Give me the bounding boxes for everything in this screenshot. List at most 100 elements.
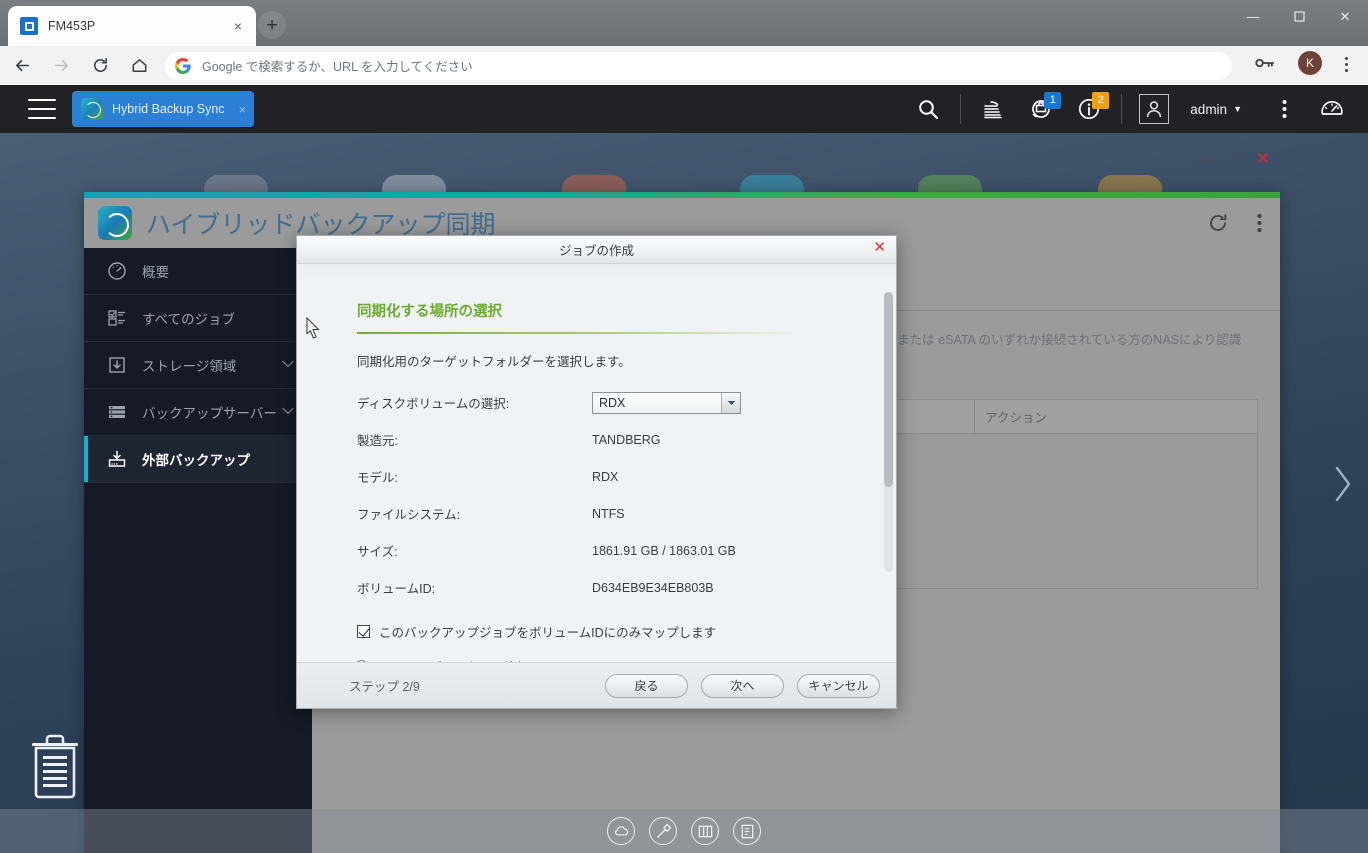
disk-volume-select[interactable]: RDX bbox=[592, 391, 741, 414]
google-logo-icon bbox=[174, 57, 191, 74]
form-row-manufacturer: 製造元: TANDBERG bbox=[357, 421, 896, 458]
step-indicator: ステップ 2/9 bbox=[349, 680, 420, 694]
back-button[interactable]: 戻る bbox=[605, 673, 688, 698]
app-minimize-button[interactable]: — bbox=[1194, 150, 1211, 167]
dashboard-gauge-icon bbox=[106, 260, 128, 282]
address-bar[interactable]: Google で検索するか、URL を入力してください bbox=[165, 51, 1232, 80]
scrollbar-thumb[interactable] bbox=[884, 292, 893, 487]
form-row-disk-volume: ディスクボリュームの選択: RDX bbox=[357, 384, 896, 421]
form-value: 1861.91 GB / 1863.01 GB bbox=[592, 543, 736, 558]
form-value: TANDBERG bbox=[592, 432, 661, 447]
sidebar-item-storage-space[interactable]: ストレージ領域 bbox=[84, 342, 312, 389]
window-minimize-button[interactable]: — bbox=[1230, 0, 1276, 32]
sidebar-item-backup-server[interactable]: バックアップサーバー bbox=[84, 389, 312, 436]
more-options-icon[interactable] bbox=[1257, 213, 1262, 233]
dialog-title-bar: ジョブの作成 ✕ bbox=[297, 236, 896, 264]
sidebar-item-label: すべてのジョブ bbox=[142, 312, 236, 327]
dialog-step-heading: 同期化する場所の選択 bbox=[357, 304, 502, 320]
background-task-icon[interactable] bbox=[969, 85, 1017, 133]
mouse-cursor bbox=[306, 316, 321, 344]
sidebar-item-overview[interactable]: 概要 bbox=[84, 248, 312, 295]
sidebar-item-label: ストレージ領域 bbox=[142, 359, 237, 374]
notes-icon[interactable] bbox=[733, 817, 761, 845]
hbs-app-icon bbox=[81, 98, 103, 120]
panels-icon[interactable] bbox=[691, 817, 719, 845]
map-volume-id-checkbox-row[interactable]: このバックアップジョブをボリュームIDにのみマップします bbox=[357, 622, 896, 641]
map-volume-id-checkbox[interactable] bbox=[357, 625, 370, 638]
close-icon[interactable]: × bbox=[228, 16, 248, 36]
chevron-down-icon[interactable] bbox=[721, 392, 740, 413]
select-value: RDX bbox=[599, 395, 626, 410]
form-label: ディスクボリュームの選択: bbox=[357, 397, 510, 411]
refresh-icon[interactable] bbox=[1207, 212, 1229, 234]
divider bbox=[1121, 94, 1123, 124]
close-icon[interactable]: × bbox=[239, 103, 247, 116]
sidebar-item-all-jobs[interactable]: すべてのジョブ bbox=[84, 295, 312, 342]
dialog-title: ジョブの作成 bbox=[558, 244, 634, 258]
sidebar-item-external-backup[interactable]: 外部バックアップ bbox=[84, 436, 312, 483]
reload-button[interactable] bbox=[83, 49, 117, 83]
dialog-scrollbar[interactable] bbox=[884, 292, 893, 572]
info-icon[interactable]: 2 bbox=[1065, 85, 1113, 133]
backup-server-icon bbox=[106, 401, 128, 423]
chevron-down-icon[interactable]: ▼ bbox=[1233, 104, 1242, 114]
checkbox-label: このバックアップジョブをボリュームIDにのみマップします bbox=[379, 626, 717, 640]
form-row-filesystem: ファイルシステム: NTFS bbox=[357, 495, 896, 532]
user-menu-button[interactable] bbox=[1130, 85, 1178, 133]
job-list-icon bbox=[106, 307, 128, 329]
dialog-footer: ステップ 2/9 戻る 次へ キャンセル bbox=[297, 662, 896, 708]
table-column-action: アクション bbox=[985, 411, 1047, 426]
dialog-content: 同期化する場所の選択 同期化用のターゲットフォルダーを選択します。 ディスクボリ… bbox=[297, 282, 896, 662]
chevron-down-icon bbox=[282, 407, 294, 418]
cancel-button[interactable]: キャンセル bbox=[797, 673, 880, 698]
next-button[interactable]: 次へ bbox=[701, 673, 784, 698]
cloud-icon[interactable] bbox=[607, 817, 635, 845]
qts-top-bar: Hybrid Backup Sync × 1 2 admin ▼ bbox=[0, 85, 1368, 133]
divider bbox=[960, 94, 962, 124]
status-badge: 2 bbox=[1092, 92, 1110, 109]
taskbar-app-hybrid-backup-sync[interactable]: Hybrid Backup Sync × bbox=[72, 91, 255, 127]
chevron-down-icon bbox=[282, 360, 294, 371]
dialog-close-icon[interactable]: ✕ bbox=[873, 240, 886, 255]
trash-can-icon[interactable] bbox=[24, 731, 86, 801]
form-value: NTFS bbox=[592, 506, 625, 521]
profile-avatar[interactable]: K bbox=[1298, 51, 1322, 75]
address-bar-placeholder: Google で検索するか、URL を入力してください bbox=[202, 60, 473, 74]
window-maximize-button[interactable] bbox=[1276, 0, 1322, 32]
app-maximize-button[interactable]: ＋ bbox=[1225, 150, 1242, 167]
taskbar-app-label: Hybrid Backup Sync bbox=[112, 102, 225, 116]
dashboard-gauge-icon[interactable] bbox=[1308, 85, 1356, 133]
status-badge: 1 bbox=[1044, 92, 1062, 109]
sidebar-item-label: 概要 bbox=[142, 265, 169, 280]
form-label: ファイルシステム: bbox=[357, 508, 461, 522]
app-close-button[interactable]: ✕ bbox=[1256, 150, 1270, 167]
app-sidebar: 概要 すべてのジョブ ストレージ領域 バックアップサーバー 外部バックアップ bbox=[84, 248, 312, 853]
device-info-form: ディスクボリュームの選択: RDX 製造元: TANDBERG モデル: RDX bbox=[357, 384, 896, 606]
external-device-icon[interactable]: 1 bbox=[1017, 85, 1065, 133]
kebab-menu-icon[interactable] bbox=[1260, 85, 1308, 133]
new-tab-button[interactable]: + bbox=[258, 11, 286, 39]
qts-dock bbox=[0, 809, 1368, 853]
next-desktop-page-button[interactable] bbox=[1330, 460, 1356, 508]
browser-tab[interactable]: FM453P × bbox=[8, 6, 256, 46]
hbs-app-icon bbox=[98, 206, 132, 240]
form-label: サイズ: bbox=[357, 545, 398, 559]
sidebar-item-label: バックアップサーバー bbox=[142, 406, 277, 421]
back-button[interactable] bbox=[5, 49, 39, 83]
forward-button[interactable] bbox=[44, 49, 78, 83]
hamburger-icon[interactable] bbox=[28, 99, 56, 119]
chrome-toolbar: Google で検索するか、URL を入力してください bbox=[0, 46, 1368, 85]
search-icon[interactable] bbox=[904, 85, 952, 133]
form-label: 製造元: bbox=[357, 434, 398, 448]
dialog-button-group: 戻る 次へ キャンセル bbox=[605, 673, 880, 698]
hammer-tool-icon[interactable] bbox=[649, 817, 677, 845]
window-close-button[interactable]: ✕ bbox=[1322, 0, 1368, 32]
key-icon[interactable] bbox=[1252, 50, 1278, 76]
top-bar-right-group: 1 2 admin ▼ bbox=[904, 85, 1368, 133]
home-button[interactable] bbox=[122, 49, 156, 83]
browser-menu-icon[interactable] bbox=[1332, 50, 1360, 78]
form-row-size: サイズ: 1861.91 GB / 1863.01 GB bbox=[357, 532, 896, 569]
storage-space-icon bbox=[106, 354, 128, 376]
sidebar-item-label: 外部バックアップ bbox=[142, 453, 250, 468]
username-label[interactable]: admin bbox=[1190, 102, 1227, 117]
